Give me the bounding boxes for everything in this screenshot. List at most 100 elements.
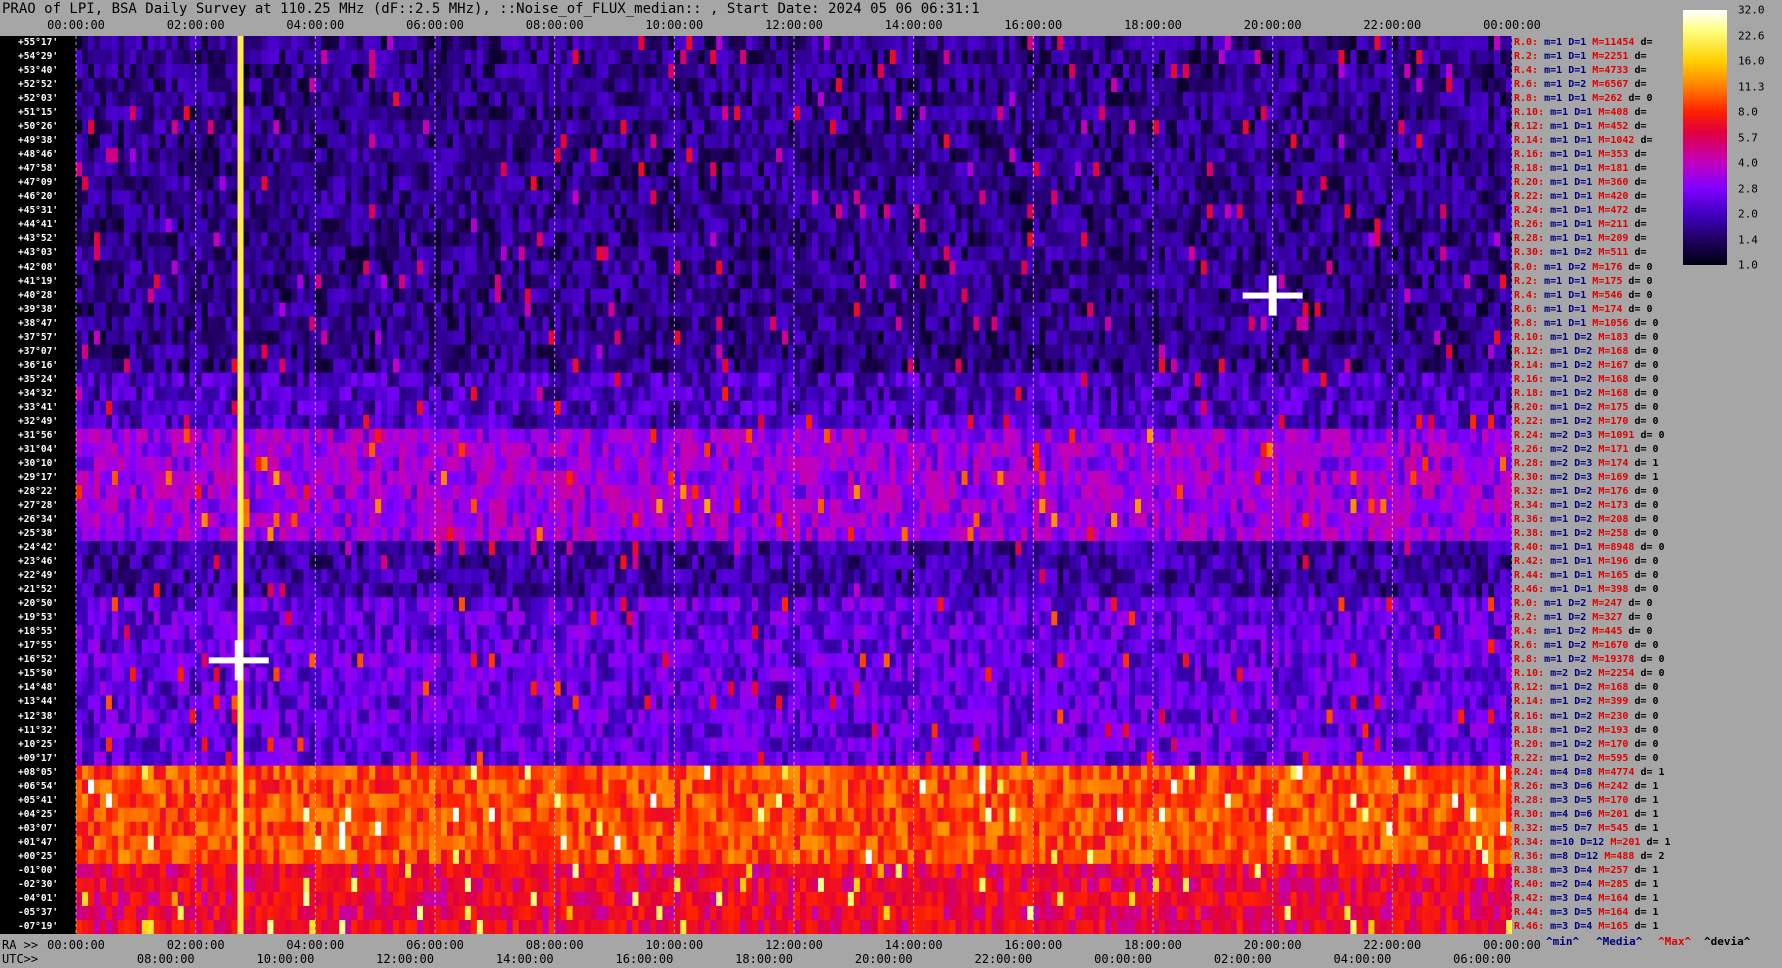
heatmap-cell: [722, 316, 729, 332]
heatmap-cell: [1033, 148, 1040, 163]
heatmap-cell: [680, 92, 687, 107]
heatmap-cell: [1500, 134, 1507, 149]
heatmap-cell: [847, 302, 855, 318]
heatmap-cell: [1075, 134, 1082, 149]
heatmap-cell: [1099, 302, 1106, 318]
heatmap-cell: [949, 64, 957, 79]
heatmap-cell: [470, 176, 478, 191]
heatmap-cell: [1308, 64, 1316, 79]
heatmap-cell: [195, 204, 203, 219]
heatmap-cell: [1123, 78, 1130, 93]
heatmap-cell: [1374, 302, 1381, 318]
heatmap-cell: [1111, 246, 1118, 261]
heatmap-cell: [829, 78, 837, 93]
heatmap-cell: [171, 204, 179, 219]
heatmap-cell: [405, 218, 412, 233]
heatmap-cell: [931, 36, 939, 51]
heatmap-cell: [147, 218, 155, 233]
heatmap-cell: [512, 120, 520, 135]
heatmap-cell: [1003, 134, 1010, 149]
heatmap-cell: [435, 232, 442, 247]
heatmap-cell: [512, 162, 520, 177]
heatmap-cell: [1069, 176, 1076, 191]
heatmap-cell: [1003, 92, 1010, 107]
heatmap-cell: [1260, 134, 1268, 149]
heatmap-cell: [464, 316, 472, 332]
heatmap-cell: [805, 288, 813, 304]
heatmap-cell: [76, 162, 83, 177]
heatmap-cell: [1392, 148, 1399, 163]
heatmap-cell: [153, 106, 161, 121]
heatmap-cell: [207, 246, 215, 261]
heatmap-cell: [877, 260, 885, 276]
heatmap-cell: [853, 50, 861, 65]
heatmap-cell: [1302, 204, 1310, 219]
heatmap-cell: [1087, 148, 1094, 163]
heatmap-cell: [1069, 218, 1076, 233]
heatmap-cell: [626, 274, 633, 290]
heatmap-cell: [752, 246, 759, 261]
heatmap-cell: [1003, 106, 1010, 121]
heatmap-cell: [1129, 120, 1136, 135]
heatmap-cell: [315, 92, 322, 107]
heatmap-cell: [1392, 232, 1399, 247]
heatmap-cell: [620, 260, 627, 276]
heatmap-cell: [632, 36, 639, 51]
heatmap-cell: [656, 162, 663, 177]
heatmap-cell: [1039, 162, 1046, 177]
heatmap-cell: [470, 232, 478, 247]
heatmap-cell: [195, 92, 203, 107]
heatmap-cell: [87, 78, 95, 93]
heatmap-cell: [387, 302, 394, 318]
axis-tick-label: 00:00:00: [1483, 18, 1541, 32]
heatmap-cell: [937, 260, 945, 276]
heatmap-cell: [931, 162, 939, 177]
heatmap-cell: [770, 246, 777, 261]
heatmap-cell: [446, 36, 454, 51]
heatmap-cell: [177, 246, 185, 261]
heatmap-cell: [135, 302, 143, 318]
heatmap-cell: [207, 204, 215, 219]
heatmap-cell: [794, 162, 801, 177]
heatmap-cell: [512, 92, 520, 107]
heatmap-cell: [1494, 204, 1501, 219]
heatmap-cell: [357, 260, 364, 276]
heatmap-cell: [225, 134, 233, 149]
heatmap-cell: [297, 78, 304, 93]
heatmap-cell: [315, 162, 322, 177]
heatmap-cell: [1039, 288, 1046, 304]
heatmap-cell: [1254, 260, 1262, 276]
heatmap-cell: [488, 232, 496, 247]
heatmap-cell: [1464, 36, 1471, 51]
heatmap-cell: [500, 232, 508, 247]
heatmap-cell: [1248, 274, 1256, 290]
heatmap-cell: [1380, 218, 1387, 233]
heatmap-cell: [961, 316, 969, 332]
heatmap-cell: [291, 36, 298, 51]
heatmap-cell: [1051, 50, 1058, 65]
heatmap-cell: [572, 106, 580, 121]
heatmap-cell: [219, 218, 227, 233]
heatmap-cell: [740, 148, 747, 163]
heatmap-cell: [1488, 92, 1495, 107]
heatmap-cell: [1320, 50, 1328, 65]
heatmap-cell: [458, 302, 466, 318]
heatmap-cell: [698, 64, 705, 79]
heatmap-cell: [500, 36, 508, 51]
heatmap-cell: [506, 36, 514, 51]
heatmap-cell: [638, 218, 645, 233]
heatmap-cell: [213, 120, 221, 135]
heatmap-cell: [1458, 204, 1465, 219]
heatmap-cell: [644, 274, 651, 290]
heatmap-cell: [1218, 302, 1226, 318]
heatmap-cell: [195, 64, 203, 79]
heatmap-cell: [1093, 246, 1100, 261]
heatmap-cell: [692, 162, 699, 177]
heatmap-cell: [177, 36, 185, 51]
heatmap-cell: [1356, 288, 1363, 304]
heatmap-cell: [955, 106, 963, 121]
heatmap-cell: [357, 274, 364, 290]
heatmap-cell: [1446, 36, 1453, 51]
heatmap-cell: [1362, 204, 1369, 219]
heatmap-cell: [638, 78, 645, 93]
